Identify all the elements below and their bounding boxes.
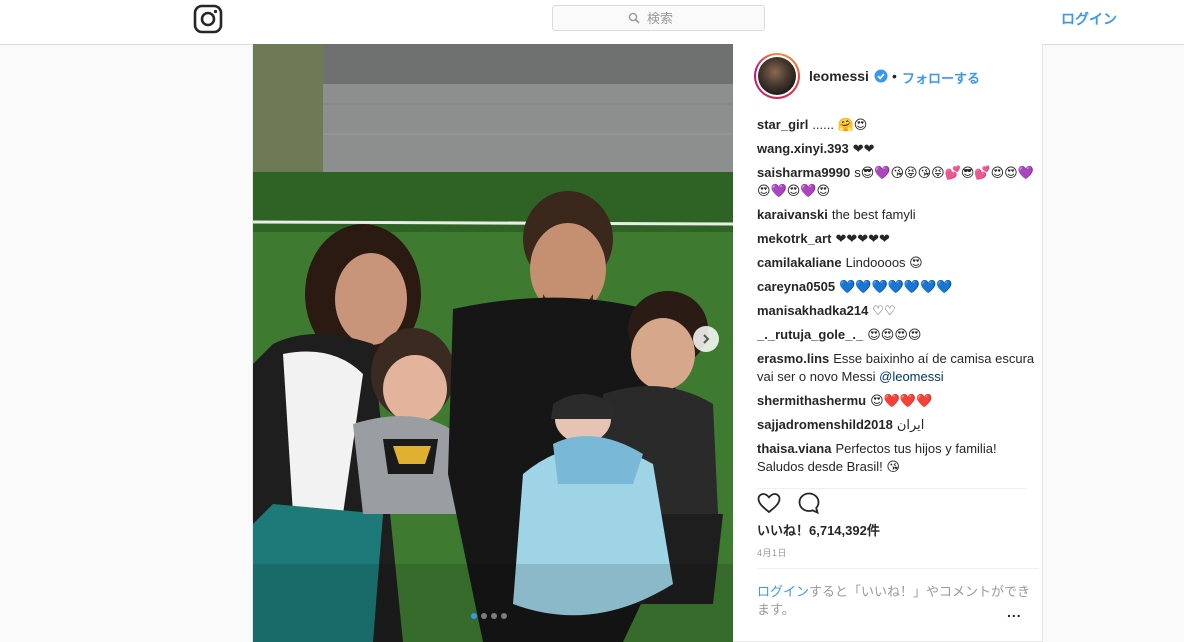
post-header: leomessi • フォローする (733, 44, 1044, 114)
search-box[interactable] (552, 5, 765, 31)
comment-item: mekotrk_art ❤❤❤❤❤ (757, 230, 1037, 248)
verified-badge-icon (874, 69, 888, 83)
comment-item: careyna0505 💙💙💙💙💙💙💙 (757, 278, 1037, 296)
comment-text: Lindoooos 😍 (845, 255, 923, 270)
comment-username[interactable]: manisakhadka214 (757, 303, 868, 318)
more-options-button[interactable]: ... (1007, 604, 1022, 620)
avatar-ring (756, 55, 798, 97)
comments-list[interactable]: star_girl...... 🤗😍 wang.xinyi.393 ❤❤ saisha… (757, 116, 1037, 478)
comment-username[interactable]: star_girl (757, 117, 808, 132)
avatar[interactable] (754, 53, 800, 99)
instagram-logo-icon[interactable] (193, 4, 223, 34)
avatar-image (758, 57, 796, 95)
comment-text: 😍😍😍😍 (867, 327, 922, 342)
post-actions (757, 488, 1027, 519)
comment-username[interactable]: erasmo.lins (757, 351, 829, 366)
comment-text: ایران (896, 417, 925, 432)
carousel-next-button[interactable] (693, 326, 719, 352)
carousel-indicator (471, 613, 507, 619)
carousel-dot (471, 613, 477, 619)
heart-icon[interactable] (757, 491, 781, 515)
family-photo-image (253, 44, 733, 642)
post-username[interactable]: leomessi (809, 68, 869, 84)
comment-text: the best famyli (831, 207, 916, 222)
carousel-dot (491, 613, 497, 619)
comment-item: thaisa.viana Perfectos tus hijos y famili… (757, 440, 1037, 476)
comment-username[interactable]: sajjadromenshild2018 (757, 417, 893, 432)
top-nav: ログイン (0, 0, 1184, 45)
post-date: 4月1日 (757, 548, 788, 558)
comment-item: wang.xinyi.393 ❤❤ (757, 140, 1037, 158)
comment-text: 😍❤️❤️❤️ (870, 393, 933, 408)
comment-item: karaivanski the best famyli (757, 206, 1037, 224)
comment-username[interactable]: _._rutuja_gole_._ (757, 327, 863, 342)
comment-text: 💙💙💙💙💙💙💙 (839, 279, 953, 294)
search-input[interactable] (645, 9, 689, 27)
comment-item: _._rutuja_gole_._ 😍😍😍😍 (757, 326, 1037, 344)
comment-item: manisakhadka214 ♡♡ (757, 302, 1037, 320)
login-prompt-link[interactable]: ログイン (757, 584, 809, 599)
comment-item: saisharma9990 s😎💜😘😝😘😝💕😎💕😍😍💜😍💜😍💜😍 (757, 164, 1037, 200)
separator-dot: • (892, 68, 897, 84)
comment-item: star_girl ...... 🤗😍 (757, 116, 1037, 134)
carousel-dot (501, 613, 507, 619)
comment-username[interactable]: mekotrk_art (757, 231, 831, 246)
chevron-right-icon (703, 334, 710, 344)
comment-text: ❤❤❤❤❤ (835, 231, 890, 246)
follow-button[interactable]: フォローする (902, 68, 980, 87)
login-link[interactable]: ログイン (1061, 9, 1117, 29)
likes-count[interactable]: いいね！6,714,392件 (757, 520, 880, 539)
comment-icon[interactable] (797, 491, 821, 515)
search-icon (628, 12, 640, 24)
comment-item: shermithashermu 😍❤️❤️❤️ (757, 392, 1037, 410)
comment-mention[interactable]: @leomessi (879, 369, 944, 384)
comment-username[interactable]: shermithashermu (757, 393, 866, 408)
comment-username[interactable]: karaivanski (757, 207, 828, 222)
post-photo[interactable] (253, 44, 733, 642)
login-prompt: ログインすると「いいね！」やコメントができます。 (757, 568, 1039, 619)
comment-item: camilakaliane Lindoooos 😍 (757, 254, 1037, 272)
comment-username[interactable]: saisharma9990 (757, 165, 850, 180)
comment-text: ❤❤ (852, 141, 875, 156)
comment-username[interactable]: camilakaliane (757, 255, 842, 270)
carousel-dot (481, 613, 487, 619)
comment-item: erasmo.lins Esse baixinho aí de camisa es… (757, 350, 1037, 386)
comment-text: ♡♡ (872, 303, 896, 318)
comment-username[interactable]: careyna0505 (757, 279, 835, 294)
post-sidebar: leomessi • フォローする star_girl ...... 🤗😍 wang… (733, 44, 1044, 642)
comment-username[interactable]: thaisa.viana (757, 441, 831, 456)
comment-text: ...... 🤗😍 (812, 117, 868, 132)
comment-username[interactable]: wang.xinyi.393 (757, 141, 849, 156)
comment-item: sajjadromenshild2018 ایران (757, 416, 1037, 434)
post-card: leomessi • フォローする star_girl ...... 🤗😍 wang… (252, 44, 1043, 642)
